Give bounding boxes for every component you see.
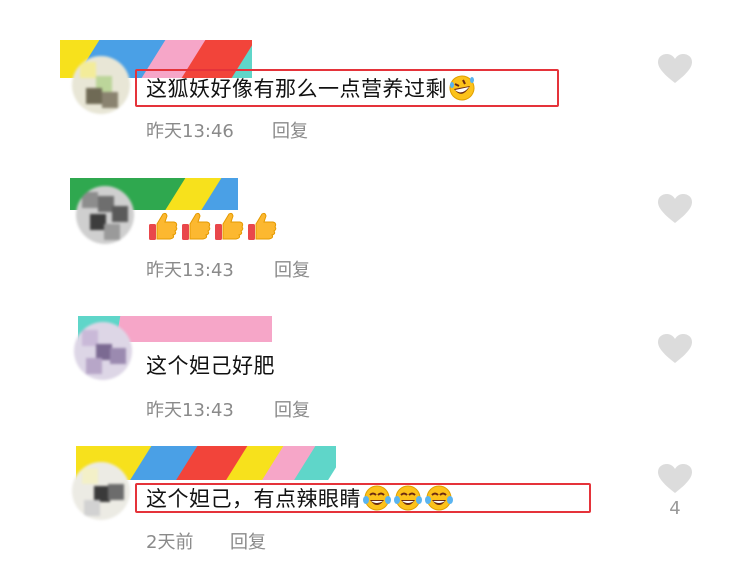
heart-icon[interactable] [658,194,692,224]
reply-button[interactable]: 回复 [230,528,266,554]
comment-time: 昨天13:46 [146,121,234,142]
thumbs-up-emoji [149,212,178,240]
reply-button[interactable]: 回复 [274,396,310,422]
avatar[interactable] [72,56,130,114]
thumbs-up-emoji [248,212,277,240]
crying-laughing-emoji [425,485,453,511]
avatar[interactable] [76,186,134,244]
avatar[interactable] [74,322,132,380]
comment-text-content: 这个妲己，有点辣眼睛 [146,487,361,511]
comment-text-content: 这个妲己好肥 [146,354,275,378]
comment-text: 这狐妖好像有那么一点营养过剩 [146,74,476,103]
thumbs-up-emoji [182,212,211,240]
rofl-emoji [449,75,475,101]
comment-time: 2天前 [146,532,194,553]
comment-text: 这个妲己好肥 [146,352,275,380]
comment-text: 这个妲己，有点辣眼睛 [146,484,454,513]
comment-text-content: 这狐妖好像有那么一点营养过剩 [146,77,447,101]
crying-laughing-emoji [394,485,422,511]
reply-button[interactable]: 回复 [272,117,308,143]
like-count: 4 [669,498,681,519]
reply-button[interactable]: 回复 [274,256,310,282]
heart-icon[interactable] [658,54,692,84]
comment-emoji-row [146,210,278,243]
avatar[interactable] [72,462,130,520]
heart-icon[interactable] [658,334,692,364]
thumbs-up-emoji [215,212,244,240]
comment-time: 昨天13:43 [146,400,234,421]
heart-icon[interactable] [658,464,692,494]
comment-time: 昨天13:43 [146,260,234,281]
crying-laughing-emoji [363,485,391,511]
